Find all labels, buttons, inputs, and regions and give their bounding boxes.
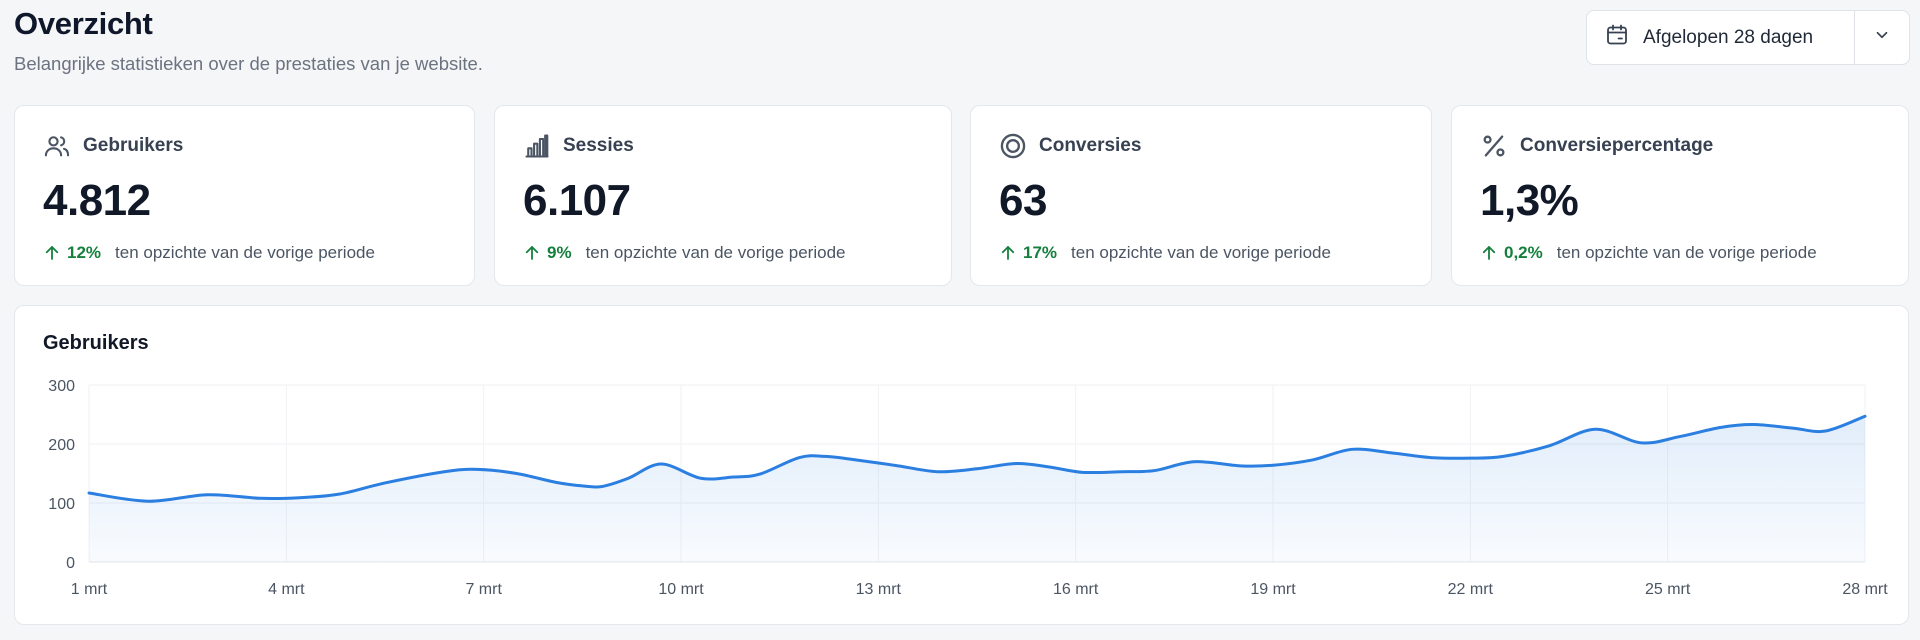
stat-value: 6.107 xyxy=(523,176,631,225)
page-subtitle: Belangrijke statistieken over de prestat… xyxy=(14,53,483,74)
stat-card-header: Conversies xyxy=(999,132,1141,160)
date-range-button[interactable]: Afgelopen 28 dagen xyxy=(1587,11,1854,64)
x-tick-label: 10 mrt xyxy=(658,581,704,598)
arrow-up-icon xyxy=(1482,246,1496,260)
stat-value: 1,3% xyxy=(1480,176,1579,225)
x-tick-label: 16 mrt xyxy=(1053,581,1099,598)
y-tick-label: 200 xyxy=(48,437,75,454)
x-tick-label: 7 mrt xyxy=(465,581,502,598)
date-range-picker[interactable]: Afgelopen 28 dagen xyxy=(1586,10,1910,65)
stat-change-text: ten opzichte van de vorige periode xyxy=(1071,243,1331,262)
stat-change-percent: 12% xyxy=(67,243,102,262)
percent-icon xyxy=(1480,132,1508,160)
x-tick-label: 22 mrt xyxy=(1448,581,1494,598)
x-tick-label: 1 mrt xyxy=(71,581,108,598)
stat-label: Gebruikers xyxy=(83,135,184,156)
stat-card-gebruikers: Gebruikers 4.812 12% ten opzichte van de… xyxy=(14,105,475,286)
y-tick-label: 100 xyxy=(48,496,75,513)
stat-card-header: Conversiepercentage xyxy=(1480,132,1713,160)
arrow-up-icon xyxy=(525,246,539,260)
stat-change: 9% ten opzichte van de vorige periode xyxy=(523,243,845,263)
stat-card-conversies: Conversies 63 17% ten opzichte van de vo… xyxy=(970,105,1432,286)
y-tick-label: 300 xyxy=(48,378,75,395)
stat-change: 17% ten opzichte van de vorige periode xyxy=(999,243,1331,263)
stat-change: 0,2% ten opzichte van de vorige periode xyxy=(1480,243,1817,263)
target-icon xyxy=(999,132,1027,160)
arrow-up-icon xyxy=(1001,246,1015,260)
users-chart-card: Gebruikers 0 100 200 300 1 mrt 4 mrt 7 mrt 10 m… xyxy=(14,305,1909,625)
stat-card-header: Gebruikers xyxy=(43,132,183,160)
date-range-dropdown-toggle[interactable] xyxy=(1855,11,1909,64)
stat-card-sessies: Sessies 6.107 9% ten opzichte van de vor… xyxy=(494,105,952,286)
stat-change-text: ten opzichte van de vorige periode xyxy=(585,243,846,262)
stat-card-conversiepercentage: Conversiepercentage 1,3% 0,2% ten opzich… xyxy=(1451,105,1909,286)
calendar-icon xyxy=(1605,23,1629,53)
x-tick-label: 19 mrt xyxy=(1250,581,1296,598)
overview-page: Overzicht Belangrijke statistieken over … xyxy=(0,0,1920,640)
bar-chart-icon xyxy=(523,132,551,160)
stat-value: 4.812 xyxy=(43,176,151,225)
users-line-chart: 0 100 200 300 1 mrt 4 mrt 7 mrt 10 mrt 13 mrt 16 … xyxy=(48,378,1888,598)
stat-change-text: ten opzichte van de vorige periode xyxy=(115,243,375,262)
x-tick-label: 13 mrt xyxy=(856,581,902,598)
stat-change-percent: 0,2% xyxy=(1504,243,1543,262)
arrow-up-icon xyxy=(45,246,59,260)
x-tick-label: 4 mrt xyxy=(268,581,305,598)
y-tick-label: 0 xyxy=(66,555,75,572)
stat-change-percent: 17% xyxy=(1023,243,1058,262)
stat-label: Conversiepercentage xyxy=(1520,135,1714,156)
stat-change-text: ten opzichte van de vorige periode xyxy=(1556,243,1817,262)
date-range-label: Afgelopen 28 dagen xyxy=(1643,26,1814,48)
users-icon xyxy=(43,132,71,160)
stat-label: Sessies xyxy=(563,135,634,156)
stat-change-percent: 9% xyxy=(547,243,572,262)
stat-card-header: Sessies xyxy=(523,132,634,160)
stat-change: 12% ten opzichte van de vorige periode xyxy=(43,243,375,263)
x-tick-label: 28 mrt xyxy=(1842,581,1888,598)
x-tick-label: 25 mrt xyxy=(1645,581,1691,598)
page-title: Overzicht xyxy=(14,6,153,41)
stat-label: Conversies xyxy=(1039,135,1142,156)
chevron-down-icon xyxy=(1873,26,1891,49)
stat-value: 63 xyxy=(999,176,1047,225)
